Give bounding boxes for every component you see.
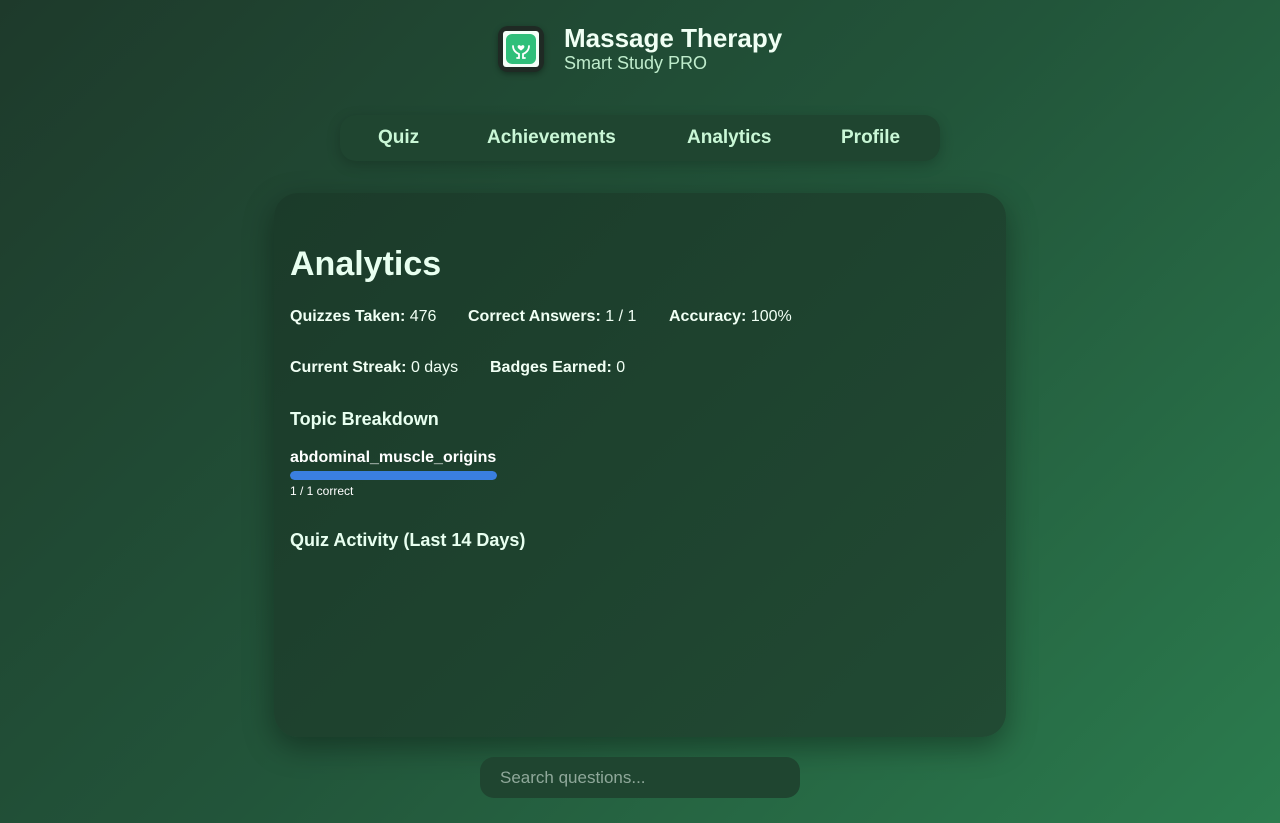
hands-heart-icon xyxy=(498,26,544,72)
topic-name: abdominal_muscle_origins xyxy=(290,449,497,466)
stat-current-streak: Current Streak: 0 days xyxy=(290,359,458,377)
stat-label: Correct Answers: xyxy=(468,308,601,325)
topic-detail: 1 / 1 correct xyxy=(290,484,354,498)
topic-progress-fill xyxy=(290,471,497,480)
stat-label: Quizzes Taken: xyxy=(290,308,406,325)
topic-breakdown-title: Topic Breakdown xyxy=(290,409,439,429)
stat-label: Accuracy: xyxy=(669,308,747,325)
stat-value: 1 / 1 xyxy=(605,308,637,325)
topic-progress-bar xyxy=(290,471,497,480)
stat-value: 0 xyxy=(616,359,626,376)
nav-tab-analytics[interactable]: Analytics xyxy=(687,115,771,161)
stat-accuracy: Accuracy: 100% xyxy=(669,308,792,326)
stat-label: Current Streak: xyxy=(290,359,407,376)
quiz-activity-chart xyxy=(290,563,990,713)
stat-value: 0 days xyxy=(410,359,459,376)
analytics-card: Analytics Quizzes Taken: 476 Correct Ans… xyxy=(274,193,1006,737)
app-subtitle: Smart Study PRO xyxy=(564,53,708,73)
nav-tab-achievements[interactable]: Achievements xyxy=(487,115,616,161)
stat-value: 100% xyxy=(750,308,792,325)
page-title: Analytics xyxy=(290,245,442,283)
stat-quizzes-taken: Quizzes Taken: 476 xyxy=(290,308,436,326)
stat-badges-earned: Badges Earned: 0 xyxy=(490,359,625,377)
app-title: Massage Therapy xyxy=(564,23,783,53)
main-nav: Quiz Achievements Analytics Profile xyxy=(340,115,940,161)
stat-value: 476 xyxy=(409,308,437,325)
app-header: Massage Therapy Smart Study PRO xyxy=(498,24,782,74)
stat-correct-answers: Correct Answers: 1 / 1 xyxy=(468,308,636,326)
nav-tab-profile[interactable]: Profile xyxy=(841,115,900,161)
search-input[interactable] xyxy=(480,757,800,798)
nav-tab-quiz[interactable]: Quiz xyxy=(378,115,419,161)
quiz-activity-title: Quiz Activity (Last 14 Days) xyxy=(290,530,526,550)
stat-label: Badges Earned: xyxy=(490,359,612,376)
